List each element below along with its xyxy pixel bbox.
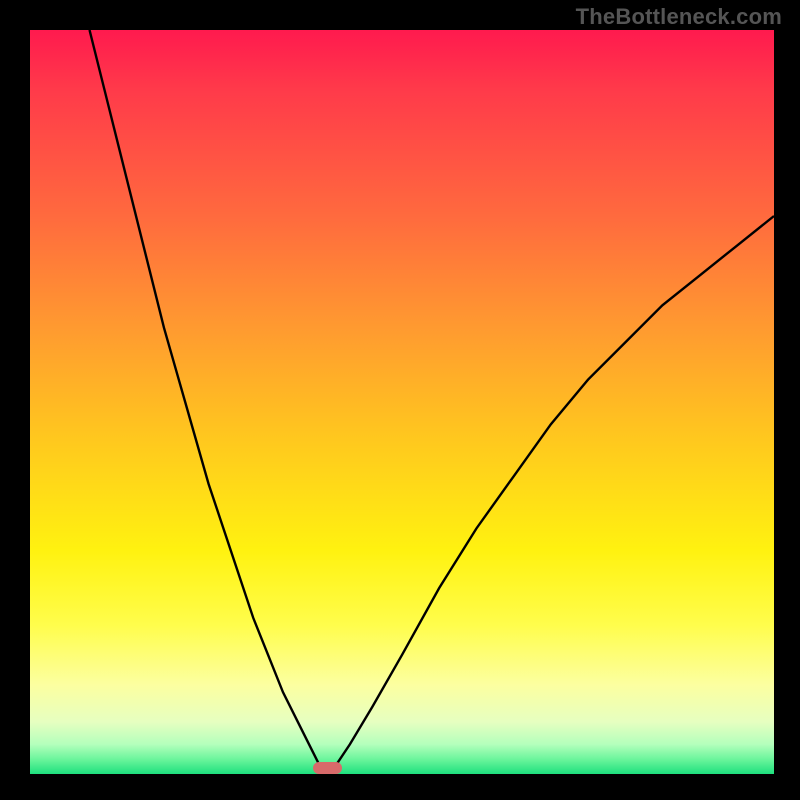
watermark-text: TheBottleneck.com	[576, 4, 782, 30]
bottleneck-marker	[313, 762, 343, 774]
curve-left-branch	[90, 30, 328, 774]
bottleneck-curve	[30, 30, 774, 774]
curve-right-branch	[328, 216, 774, 774]
plot-area	[30, 30, 774, 774]
figure-container: TheBottleneck.com	[0, 0, 800, 800]
